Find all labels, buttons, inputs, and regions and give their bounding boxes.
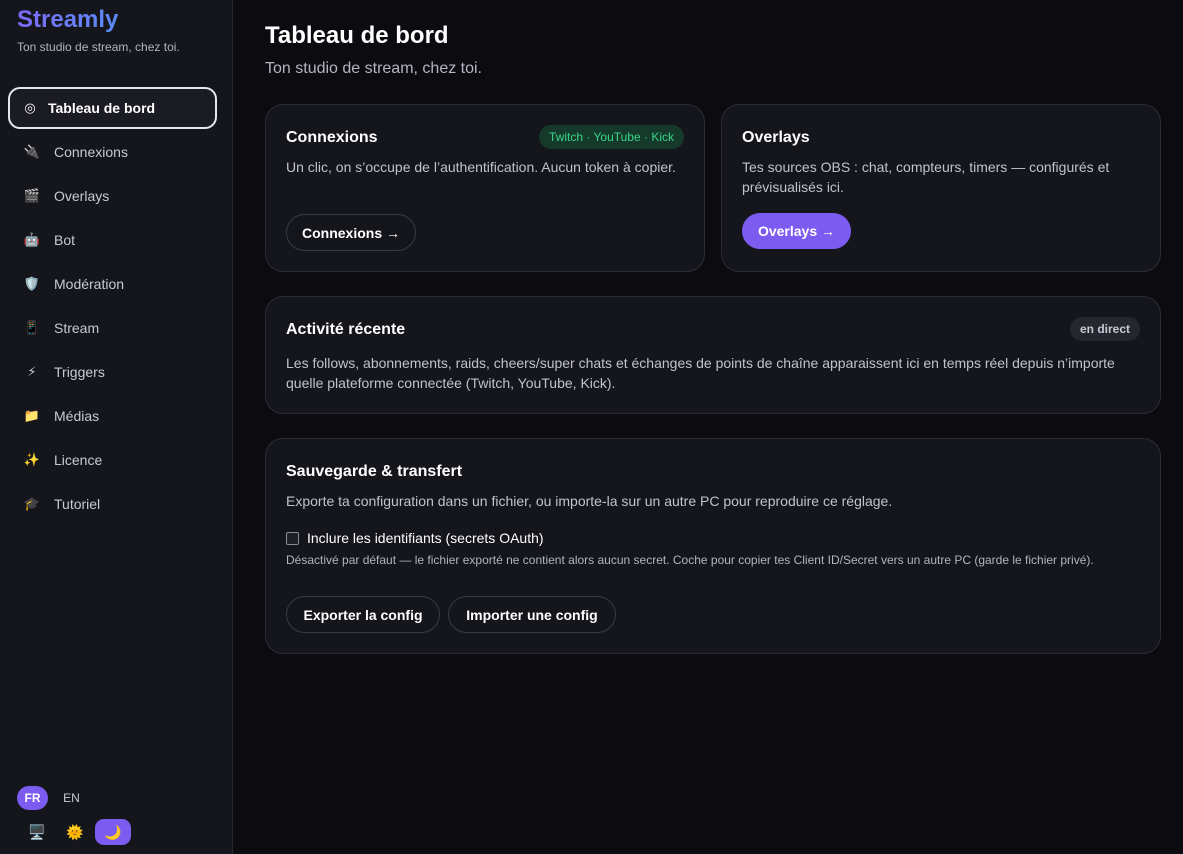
shield-icon: 🛡️ <box>23 276 41 291</box>
phone-icon: 📱 <box>23 320 41 335</box>
sidebar-item-label: Licence <box>54 452 103 468</box>
sidebar-item-licence[interactable]: ✨ Licence <box>8 439 217 481</box>
sidebar-item-label: Médias <box>54 408 100 424</box>
sidebar-item-bot[interactable]: 🤖 Bot <box>8 219 217 261</box>
sidebar-item-tutoriel[interactable]: 🎓 Tutoriel <box>8 483 217 525</box>
sidebar-item-label: Tableau de bord <box>48 100 156 116</box>
sidebar-item-tableau-de-bord[interactable]: ◎ Tableau de bord <box>8 87 217 129</box>
robot-icon: 🤖 <box>23 232 41 247</box>
sidebar-item-label: Bot <box>54 232 76 248</box>
sidebar-item-stream[interactable]: 📱 Stream <box>8 307 217 349</box>
page-title: Tableau de bord <box>265 22 449 49</box>
language-switcher: FR EN <box>17 786 87 810</box>
checkbox-label: Inclure les identifiants (secrets OAuth) <box>307 530 544 546</box>
activity-card: Activité récente en direct Les follows, … <box>265 296 1161 414</box>
sidebar-item-overlays[interactable]: 🎬 Overlays <box>8 175 217 217</box>
folder-icon: 📁 <box>23 408 41 423</box>
sidebar-item-label: Triggers <box>54 364 105 380</box>
plug-icon: 🔌 <box>23 144 41 159</box>
include-credentials-checkbox[interactable] <box>286 531 299 545</box>
sidebar-item-label: Tutoriel <box>54 496 101 512</box>
card-description: Les follows, abonnements, raids, cheers/… <box>286 355 1115 391</box>
credentials-note: Désactivé par défaut — le fichier export… <box>286 553 1094 567</box>
sparkles-icon: ✨ <box>23 452 41 467</box>
sidebar: Streamly Ton studio de stream, chez toi.… <box>0 0 233 854</box>
lang-en-button[interactable]: EN <box>56 786 87 810</box>
include-credentials-option[interactable]: Inclure les identifiants (secrets OAuth) <box>286 530 544 546</box>
moon-icon[interactable]: 🌙 <box>95 819 131 845</box>
card-title: Connexions <box>286 129 378 146</box>
graduation-cap-icon: 🎓 <box>23 496 41 511</box>
dashboard-icon: ◎ <box>24 100 36 115</box>
sidebar-item-label: Overlays <box>54 188 110 204</box>
platforms-badge: Twitch · YouTube · Kick <box>539 125 684 149</box>
connexions-card: Connexions Twitch · YouTube · Kick Un cl… <box>265 104 705 272</box>
lang-fr-button[interactable]: FR <box>17 786 48 810</box>
backup-card: Sauvegarde & transfert Exporte ta config… <box>265 438 1161 654</box>
card-title: Overlays <box>742 129 810 146</box>
sidebar-item-label: Connexions <box>54 144 128 160</box>
overlays-card: Overlays Tes sources OBS : chat, compteu… <box>721 104 1161 272</box>
brand-logo[interactable]: Streamly <box>17 6 118 34</box>
sidebar-item-label: Modération <box>54 276 125 292</box>
sidebar-item-triggers[interactable]: ⚡ Triggers <box>8 351 217 393</box>
sidebar-item-label: Stream <box>54 320 100 336</box>
monitor-icon[interactable]: 🖥️ <box>19 819 55 845</box>
connexions-button[interactable]: Connexions → <box>286 214 416 251</box>
page-subtitle: Ton studio de stream, chez toi. <box>265 60 482 77</box>
sun-icon[interactable]: 🌞 <box>57 819 93 845</box>
import-config-button[interactable]: Importer une config <box>448 596 616 633</box>
card-description: Exporte ta configuration dans un fichier… <box>286 493 893 509</box>
lightning-icon: ⚡ <box>27 364 37 379</box>
live-badge: en direct <box>1069 317 1140 341</box>
card-description: Un clic, on s’occupe de l’authentificati… <box>286 159 676 175</box>
overlays-button[interactable]: Overlays → <box>742 213 851 249</box>
card-title: Sauvegarde & transfert <box>286 463 463 480</box>
clapperboard-icon: 🎬 <box>23 188 41 203</box>
export-config-button[interactable]: Exporter la config <box>286 596 440 633</box>
sidebar-item-medias[interactable]: 📁 Médias <box>8 395 217 437</box>
card-description: Tes sources OBS : chat, compteurs, timer… <box>742 159 1110 195</box>
sidebar-item-moderation[interactable]: 🛡️ Modération <box>8 263 217 305</box>
theme-switcher: 🖥️ 🌞 🌙 <box>19 819 131 845</box>
card-title: Activité récente <box>286 321 406 338</box>
sidebar-nav: ◎ Tableau de bord 🔌 Connexions 🎬 Overlay… <box>8 87 217 527</box>
sidebar-item-connexions[interactable]: 🔌 Connexions <box>8 131 217 173</box>
brand-tagline: Ton studio de stream, chez toi. <box>17 40 180 54</box>
